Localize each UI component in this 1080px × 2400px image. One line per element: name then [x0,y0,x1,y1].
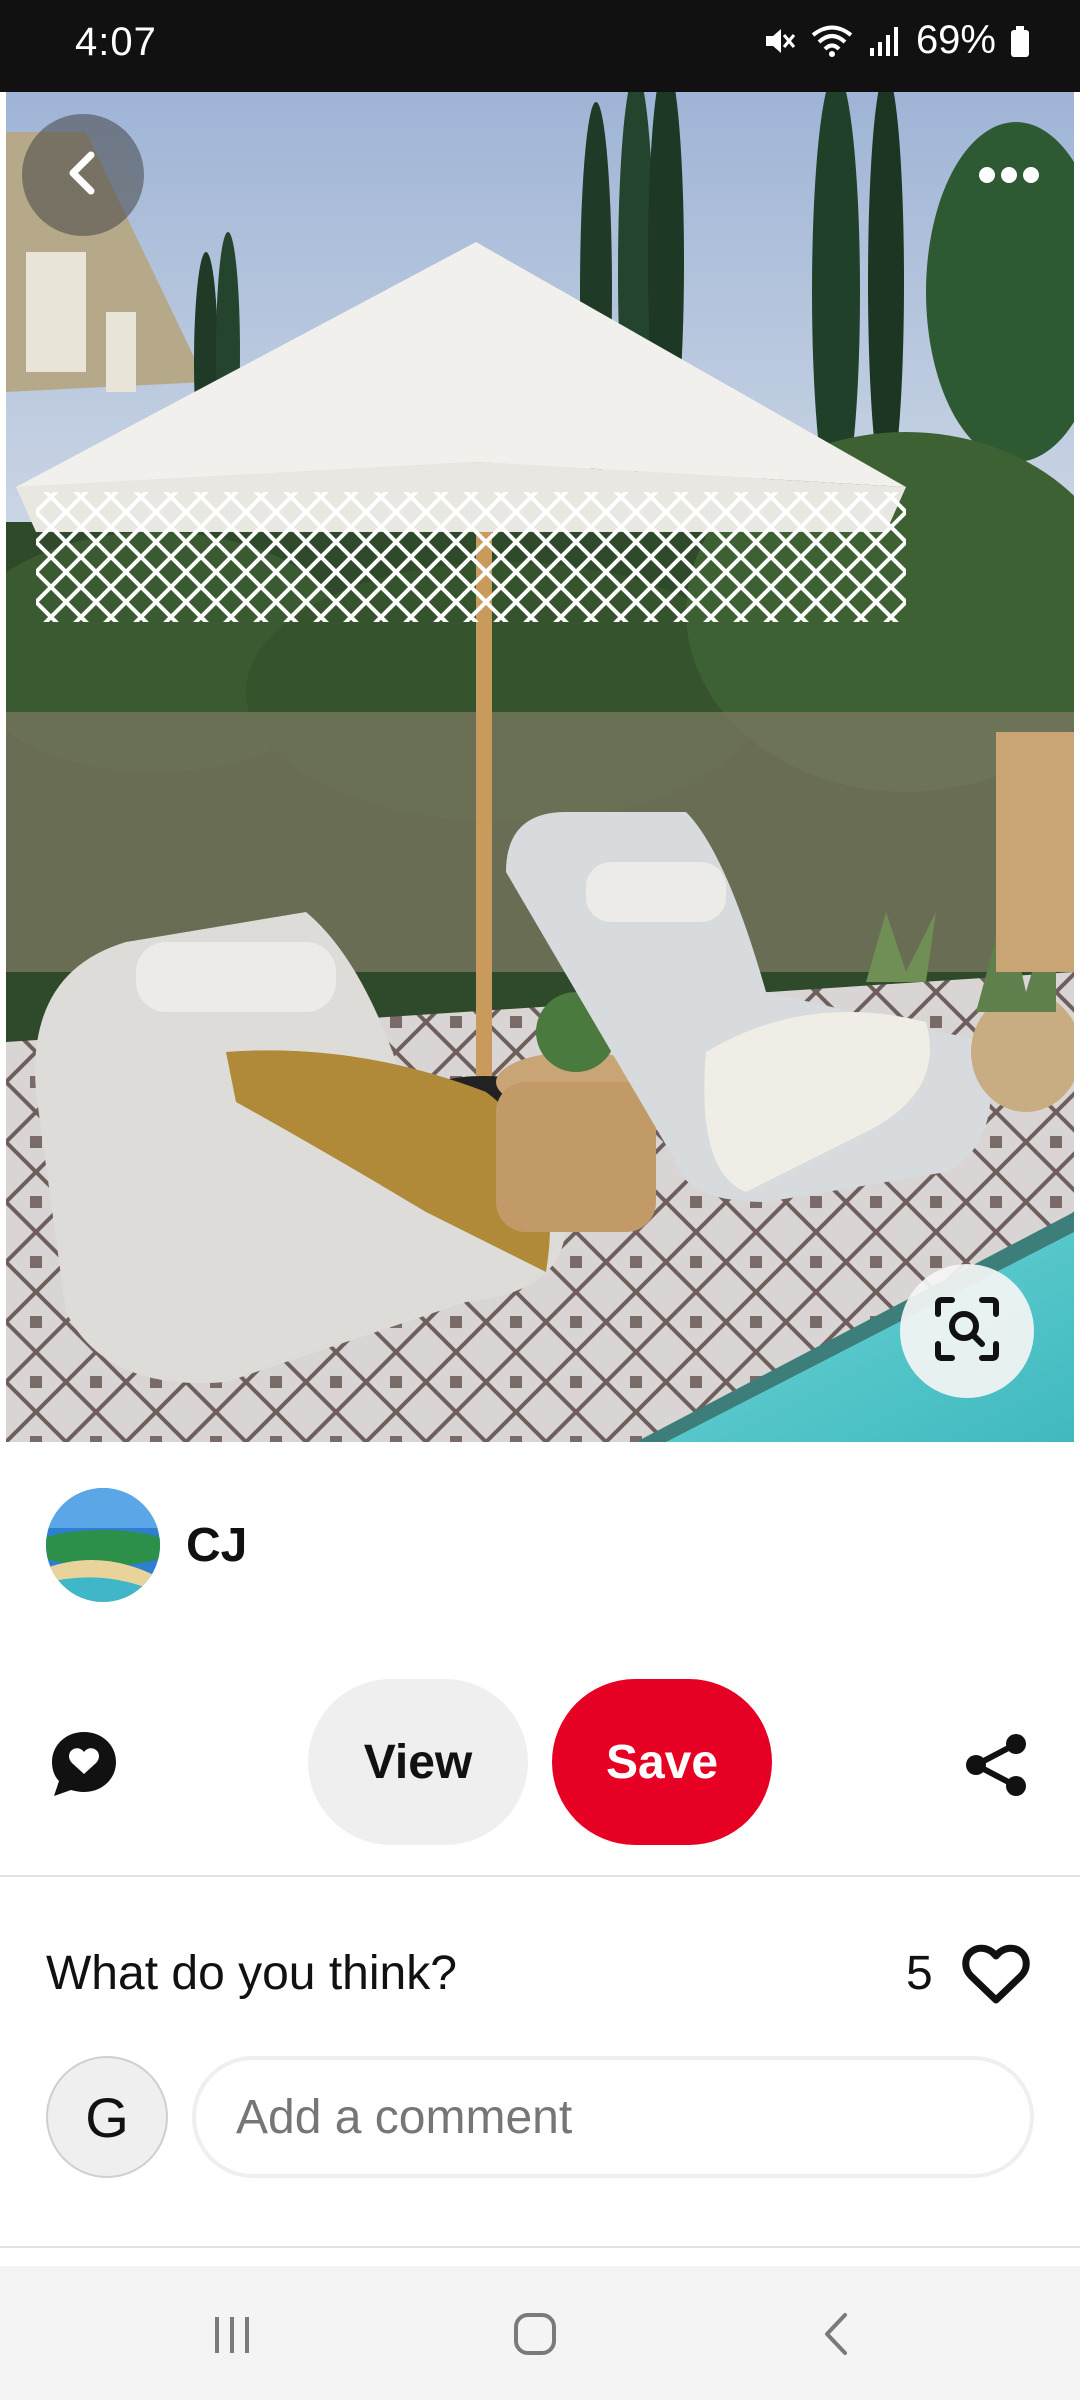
battery-text: 69% [915,18,996,62]
back-icon [825,2313,847,2355]
system-back-button[interactable] [798,2294,878,2374]
creator-avatar[interactable] [46,1488,160,1602]
user-avatar[interactable]: G [46,2056,168,2178]
outdoor-patio-photo [6,92,1074,1442]
beach-avatar [46,1488,160,1602]
like-count: 5 [906,1947,933,2000]
share-icon [966,1734,1026,1796]
home-button[interactable] [495,2294,575,2374]
mute-icon [762,24,796,58]
signal-icon [868,24,902,58]
like-button[interactable] [962,1942,1030,2006]
save-button[interactable]: Save [552,1679,772,1845]
status-time: 4:07 [75,20,157,64]
visual-search-button[interactable] [900,1264,1034,1398]
view-button[interactable]: View [308,1679,528,1845]
status-bar: 4:07 69% [0,0,1080,92]
home-icon [514,2313,556,2355]
back-button[interactable] [22,114,144,236]
comment-heart-icon [52,1732,116,1796]
system-nav-bar [0,2266,1080,2400]
more-options-button[interactable] [964,152,1054,202]
comment-input[interactable] [192,2056,1034,2178]
creator-name[interactable]: CJ [186,1518,247,1573]
more-horizontal-icon [977,165,1041,190]
pin-image[interactable] [6,92,1074,1442]
chevron-left-icon [59,149,107,202]
creator-row[interactable]: CJ [46,1488,247,1602]
divider [0,1875,1080,1877]
heart-outline-icon [962,1944,1030,2004]
comments-prompt: What do you think? [46,1947,457,2000]
battery-icon [1010,24,1030,58]
wifi-icon [810,24,854,58]
divider [0,2246,1080,2248]
recent-apps-button[interactable] [192,2294,272,2374]
share-button[interactable] [962,1730,1032,1800]
comment-reaction-button[interactable] [48,1728,120,1800]
visual-search-icon [932,1294,1002,1369]
recent-apps-icon [215,2317,249,2353]
status-icons: 69% [762,18,1030,63]
